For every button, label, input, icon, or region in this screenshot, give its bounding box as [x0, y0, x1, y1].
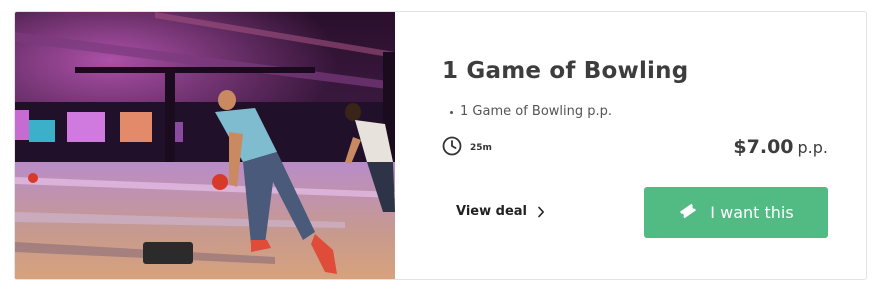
deal-content: 1 Game of Bowling 1 Game of Bowling p.p.… [395, 12, 866, 279]
view-deal-label: View deal [456, 204, 527, 219]
ticket-icon [678, 203, 698, 223]
deal-price: $7.00 p.p. [733, 136, 828, 158]
cta-label: I want this [710, 203, 794, 222]
i-want-this-button[interactable]: I want this [644, 187, 828, 238]
chevron-right-icon [537, 206, 545, 218]
deal-title: 1 Game of Bowling [442, 58, 689, 84]
view-deal-link[interactable]: View deal [456, 204, 545, 219]
deal-duration: 25m [442, 136, 492, 160]
price-unit: p.p. [797, 138, 828, 157]
duration-text: 25m [470, 143, 492, 153]
price-amount: $7.00 [733, 136, 794, 158]
deal-features-list: 1 Game of Bowling p.p. [450, 104, 612, 119]
deal-photo-bowling [15, 12, 395, 279]
deal-feature-item: 1 Game of Bowling p.p. [450, 104, 612, 119]
clock-icon [442, 136, 462, 160]
deal-card: 1 Game of Bowling 1 Game of Bowling p.p.… [14, 11, 867, 280]
